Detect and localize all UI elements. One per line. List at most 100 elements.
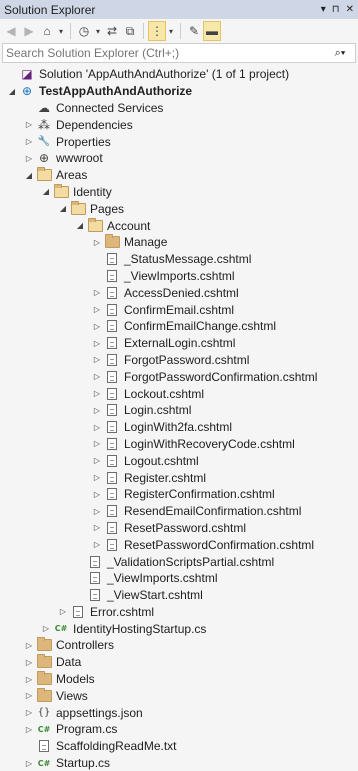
tree-item[interactable]: ▷ ConfirmEmailChange.cshtml: [0, 318, 358, 335]
tree-item-label: Controllers: [56, 638, 115, 653]
tree-item[interactable]: ▷ Data: [0, 654, 358, 671]
filter-dropdown-icon[interactable]: ▾: [167, 22, 175, 40]
expand-arrow-icon[interactable]: ▷: [90, 288, 104, 297]
tree-item[interactable]: ▷ ResetPassword.cshtml: [0, 520, 358, 537]
tree-item-label: Connected Services: [56, 100, 164, 115]
expand-arrow-icon[interactable]: ▷: [90, 540, 104, 549]
tree-item[interactable]: ☁ Connected Services: [0, 100, 358, 117]
tree-item[interactable]: ▷ ResendEmailConfirmation.cshtml: [0, 503, 358, 520]
tree-item[interactable]: ▷ Login.cshtml: [0, 402, 358, 419]
expand-arrow-icon[interactable]: ▷: [90, 238, 104, 247]
tree-item[interactable]: ▷ LoginWith2fa.cshtml: [0, 419, 358, 436]
forward-icon[interactable]: ▶: [21, 22, 37, 40]
tree-item[interactable]: ▷ C# Startup.cs: [0, 755, 358, 771]
tree-item[interactable]: ▷ Manage: [0, 234, 358, 251]
expand-arrow-icon[interactable]: ▷: [22, 137, 36, 146]
tree-item[interactable]: _ViewImports.cshtml: [0, 268, 358, 285]
tree-item[interactable]: _ViewImports.cshtml: [0, 570, 358, 587]
tree-item[interactable]: ◢ Pages: [0, 200, 358, 217]
properties-icon[interactable]: ✎: [186, 22, 202, 40]
tree-item[interactable]: ▷ AccessDenied.cshtml: [0, 284, 358, 301]
history-icon[interactable]: ◷: [76, 22, 92, 40]
expand-arrow-icon[interactable]: ▷: [90, 389, 104, 398]
expand-arrow-icon[interactable]: ▷: [90, 439, 104, 448]
tree-item[interactable]: ▷ Controllers: [0, 637, 358, 654]
tree-item[interactable]: _StatusMessage.cshtml: [0, 251, 358, 268]
tree-item[interactable]: ▷ LoginWithRecoveryCode.cshtml: [0, 436, 358, 453]
tree-item[interactable]: ◪ Solution 'AppAuthAndAuthorize' (1 of 1 …: [0, 66, 358, 83]
tree-item[interactable]: ▷ ResetPasswordConfirmation.cshtml: [0, 536, 358, 553]
tree-item[interactable]: ▷ ForgotPasswordConfirmation.cshtml: [0, 368, 358, 385]
tree-item[interactable]: _ViewStart.cshtml: [0, 587, 358, 604]
expand-arrow-icon[interactable]: ▷: [39, 624, 53, 633]
home-icon[interactable]: ⌂: [39, 22, 55, 40]
tree-item[interactable]: ▷ Register.cshtml: [0, 469, 358, 486]
expand-arrow-icon[interactable]: ▷: [90, 490, 104, 499]
expand-arrow-icon[interactable]: ▷: [90, 406, 104, 415]
expand-arrow-icon[interactable]: ▷: [90, 339, 104, 348]
show-all-files-icon[interactable]: ⋮: [148, 21, 166, 41]
expand-arrow-icon[interactable]: ▷: [22, 658, 36, 667]
collapse-arrow-icon[interactable]: ◢: [22, 171, 36, 180]
tree-item[interactable]: ▷ ⊕ wwwroot: [0, 150, 358, 167]
tree-item[interactable]: ▷ ConfirmEmail.cshtml: [0, 301, 358, 318]
tree-item[interactable]: ▷ RegisterConfirmation.cshtml: [0, 486, 358, 503]
tree-item[interactable]: ◢ ⊕ TestAppAuthAndAuthorize: [0, 83, 358, 100]
expand-arrow-icon[interactable]: ▷: [90, 322, 104, 331]
search-input[interactable]: [3, 46, 309, 60]
home-dropdown-icon[interactable]: ▾: [57, 22, 65, 40]
tree-item[interactable]: _ValidationScriptsPartial.cshtml: [0, 553, 358, 570]
expand-arrow-icon[interactable]: ▷: [22, 708, 36, 717]
tree-item[interactable]: ▷ C# IdentityHostingStartup.cs: [0, 620, 358, 637]
expand-arrow-icon[interactable]: ▷: [22, 759, 36, 768]
search-icon[interactable]: ⌕▾: [325, 47, 355, 60]
expand-arrow-icon[interactable]: ▷: [56, 607, 70, 616]
expand-arrow-icon[interactable]: ▷: [22, 641, 36, 650]
expand-arrow-icon[interactable]: ▷: [90, 423, 104, 432]
collapse-all-icon[interactable]: ⧉: [122, 22, 138, 40]
sync-icon[interactable]: ⇄: [104, 22, 120, 40]
back-icon[interactable]: ◀: [3, 22, 19, 40]
preview-icon[interactable]: ▬: [203, 21, 221, 41]
expand-arrow-icon[interactable]: ▷: [22, 725, 36, 734]
tree-item[interactable]: ▷ ForgotPassword.cshtml: [0, 352, 358, 369]
expand-arrow-icon[interactable]: ▷: [22, 120, 36, 129]
pin-icon[interactable]: ⊓: [332, 4, 340, 15]
expand-arrow-icon[interactable]: ▷: [22, 691, 36, 700]
tree-item[interactable]: ▷ 🔧 Properties: [0, 133, 358, 150]
tree-item[interactable]: ▷{} appsettings.json: [0, 704, 358, 721]
expand-arrow-icon[interactable]: ▷: [90, 473, 104, 482]
tree-item-label: Properties: [56, 134, 111, 149]
expand-arrow-icon[interactable]: ▷: [90, 372, 104, 381]
tree-item[interactable]: ▷ C# Program.cs: [0, 721, 358, 738]
tree-item[interactable]: ◢ Identity: [0, 183, 358, 201]
dropdown-icon[interactable]: ▾: [321, 4, 326, 15]
close-icon[interactable]: ✕: [346, 4, 354, 15]
tree-item-label: ExternalLogin.cshtml: [124, 336, 236, 351]
expand-arrow-icon[interactable]: ▷: [90, 355, 104, 364]
collapse-arrow-icon[interactable]: ◢: [56, 204, 70, 213]
tree-item[interactable]: ▷ ⁂ Dependencies: [0, 116, 358, 133]
tree-item[interactable]: ScaffoldingReadMe.txt: [0, 738, 358, 755]
collapse-arrow-icon[interactable]: ◢: [39, 187, 53, 196]
history-dropdown-icon[interactable]: ▾: [94, 22, 102, 40]
expand-arrow-icon[interactable]: ▷: [90, 305, 104, 314]
tree-item[interactable]: ◢ Areas: [0, 167, 358, 184]
tree-item[interactable]: ◢ Account: [0, 217, 358, 234]
tree-item[interactable]: ▷ Error.cshtml: [0, 604, 358, 621]
expand-arrow-icon[interactable]: ▷: [22, 675, 36, 684]
tree-item[interactable]: ▷ Models: [0, 671, 358, 688]
tree-item-label: Program.cs: [56, 722, 118, 737]
expand-arrow-icon[interactable]: ▷: [22, 154, 36, 163]
tree-item[interactable]: ▷ Logout.cshtml: [0, 452, 358, 469]
expand-arrow-icon[interactable]: ▷: [90, 507, 104, 516]
expand-arrow-icon[interactable]: ▷: [90, 523, 104, 532]
collapse-arrow-icon[interactable]: ◢: [5, 87, 19, 96]
tree-item-label: Account: [107, 218, 151, 233]
collapse-arrow-icon[interactable]: ◢: [73, 221, 87, 230]
dependencies-icon: ⁂: [38, 117, 50, 132]
tree-item[interactable]: ▷ Lockout.cshtml: [0, 385, 358, 402]
expand-arrow-icon[interactable]: ▷: [90, 456, 104, 465]
tree-item[interactable]: ▷ Views: [0, 687, 358, 704]
tree-item[interactable]: ▷ ExternalLogin.cshtml: [0, 335, 358, 352]
